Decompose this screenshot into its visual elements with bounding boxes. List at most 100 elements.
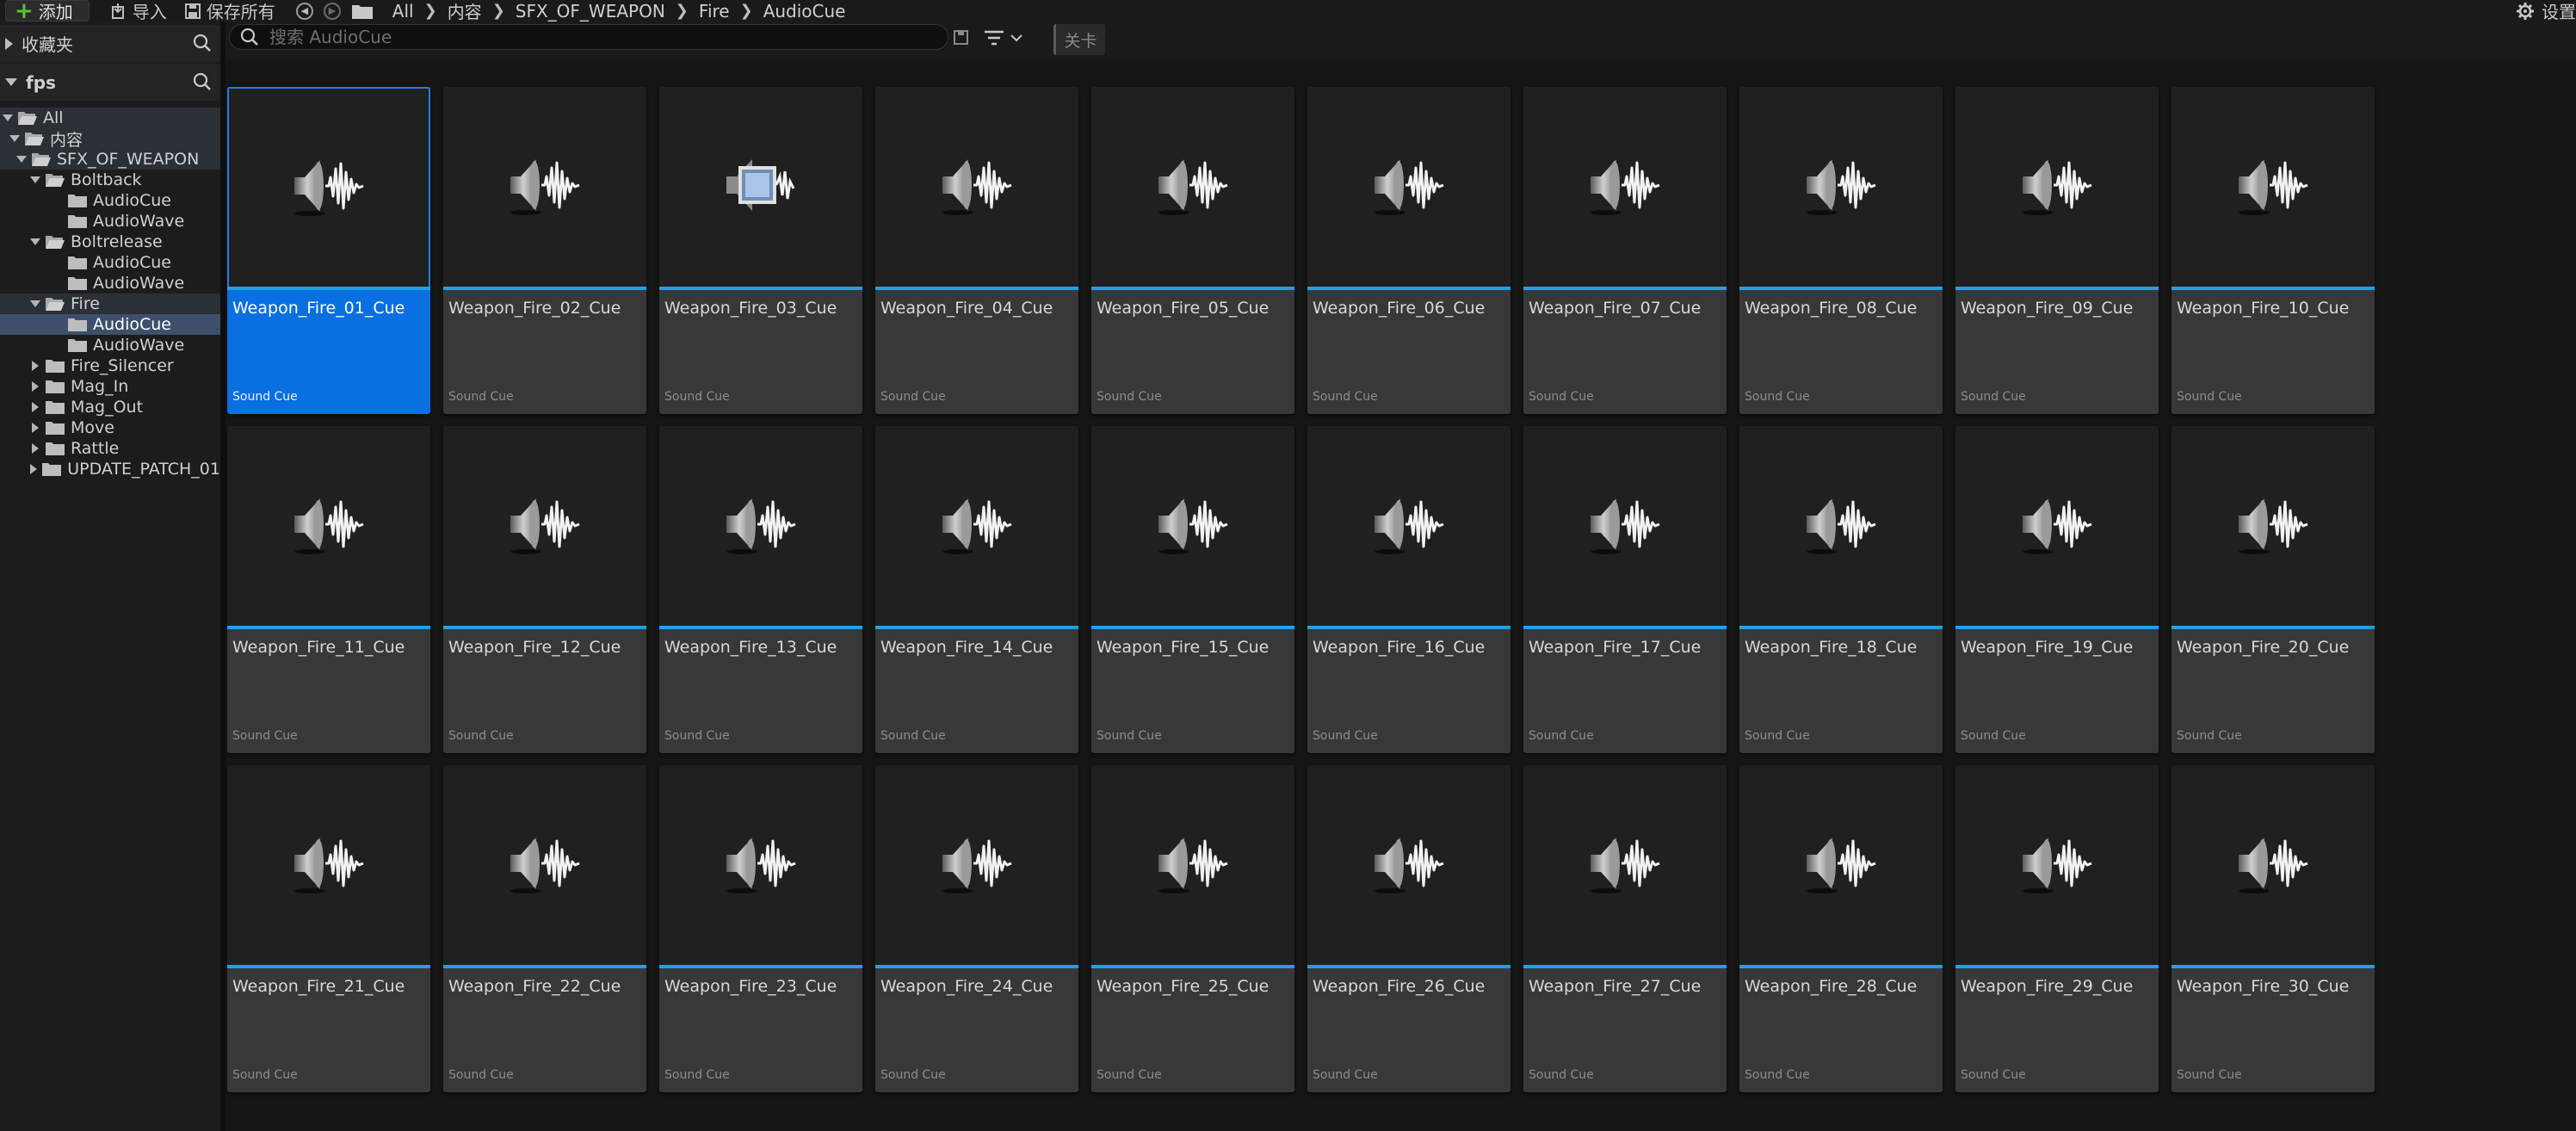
folder-tree-item-label: 内容 [50, 130, 83, 150]
asset-tile[interactable]: Weapon_Fire_06_Cue Sound Cue [1307, 87, 1510, 414]
collapse-arrow-icon[interactable] [2, 112, 14, 124]
asset-tile[interactable]: Weapon_Fire_05_Cue Sound Cue [1091, 87, 1294, 414]
search-icon[interactable] [193, 34, 212, 57]
asset-tile[interactable]: Weapon_Fire_09_Cue Sound Cue [1955, 87, 2159, 414]
expand-arrow-icon[interactable] [29, 360, 41, 372]
collapse-arrow-icon[interactable] [9, 133, 21, 145]
collapse-arrow-icon[interactable] [15, 153, 28, 165]
asset-tile[interactable]: Weapon_Fire_29_Cue Sound Cue [1955, 765, 2159, 1092]
breadcrumb-all[interactable]: All [382, 1, 424, 22]
asset-tile[interactable]: Weapon_Fire_23_Cue Sound Cue [659, 765, 862, 1092]
folder-tree-item[interactable]: 内容 [0, 128, 220, 150]
asset-tile[interactable]: Weapon_Fire_12_Cue Sound Cue [443, 426, 646, 753]
settings-button[interactable]: 设置 [2516, 0, 2576, 22]
chevron-right-icon[interactable]: ❯ [740, 2, 753, 20]
asset-tile[interactable]: Weapon_Fire_11_Cue Sound Cue [227, 426, 430, 753]
collapse-arrow-icon[interactable] [5, 78, 17, 86]
expand-arrow-icon[interactable] [29, 380, 41, 392]
folder-icon [41, 461, 62, 477]
asset-tile[interactable]: Weapon_Fire_22_Cue Sound Cue [443, 765, 646, 1092]
asset-tile[interactable]: Weapon_Fire_02_Cue Sound Cue [443, 87, 646, 414]
breadcrumb-sfx-of-weapon[interactable]: SFX_OF_WEAPON [505, 1, 676, 22]
folder-tree-item[interactable]: AudioCue [0, 190, 220, 211]
asset-tile[interactable]: Weapon_Fire_14_Cue Sound Cue [875, 426, 1078, 753]
asset-tile[interactable]: Weapon_Fire_25_Cue Sound Cue [1091, 765, 1294, 1092]
folder-tree-item[interactable]: Boltrelease [0, 232, 220, 252]
chevron-right-icon[interactable]: ❯ [676, 2, 689, 20]
folder-tree-item[interactable]: Fire_Silencer [0, 355, 220, 376]
asset-name: Weapon_Fire_02_Cue [448, 299, 621, 318]
search-input[interactable] [268, 26, 948, 48]
add-button-label: 添加 [38, 2, 73, 22]
collapse-arrow-icon[interactable] [29, 236, 41, 248]
expand-arrow-icon[interactable] [29, 442, 41, 454]
folder-tree-item[interactable]: AudioWave [0, 335, 220, 355]
folder-tree-item[interactable]: Move [0, 417, 220, 438]
chevron-right-icon[interactable]: ❯ [424, 2, 437, 20]
back-arrow-icon[interactable]: ◀ [295, 2, 313, 20]
search-box[interactable] [229, 24, 948, 50]
folder-tree-item[interactable]: AudioCue [0, 314, 220, 335]
breadcrumb-fire[interactable]: Fire [689, 1, 740, 22]
asset-thumbnail [1955, 765, 2159, 965]
folder-tree-item-label: SFX_OF_WEAPON [57, 150, 200, 169]
project-header[interactable]: fps [0, 64, 220, 101]
asset-tile[interactable]: Weapon_Fire_01_Cue Sound Cue [227, 87, 430, 414]
filter-chip-level[interactable]: 关卡 [1053, 24, 1105, 55]
folder-tree-item-label: AudioCue [93, 191, 172, 210]
folder-tree-item[interactable]: AudioWave [0, 273, 220, 294]
collapse-arrow-icon[interactable] [29, 174, 41, 186]
favorites-header[interactable]: 收藏夹 [0, 25, 220, 62]
chevron-right-icon[interactable]: ❯ [492, 2, 505, 20]
asset-tile[interactable]: Weapon_Fire_24_Cue Sound Cue [875, 765, 1078, 1092]
forward-arrow-icon[interactable]: ▶ [323, 2, 341, 20]
expand-arrow-icon[interactable] [29, 401, 41, 413]
asset-tile[interactable]: Weapon_Fire_20_Cue Sound Cue [2171, 426, 2375, 753]
breadcrumb-content[interactable]: 内容 [437, 0, 492, 23]
asset-tile[interactable]: Weapon_Fire_03_Cue Sound Cue [659, 87, 862, 414]
folder-tree-item[interactable]: AudioWave [0, 211, 220, 232]
filter-button[interactable] [983, 28, 1022, 47]
save-all-button[interactable]: 保存所有 [176, 0, 284, 22]
expand-arrow-icon[interactable] [29, 463, 38, 475]
search-icon[interactable] [193, 72, 212, 96]
asset-tile[interactable]: Weapon_Fire_18_Cue Sound Cue [1739, 426, 1943, 753]
sound-cue-icon [2016, 829, 2098, 901]
folder-tree-item[interactable]: SFX_OF_WEAPON [0, 149, 220, 170]
asset-tile[interactable]: Weapon_Fire_26_Cue Sound Cue [1307, 765, 1510, 1092]
save-search-icon[interactable] [953, 29, 970, 50]
breadcrumb-audiocue[interactable]: AudioCue [753, 1, 856, 22]
folder-tree-item[interactable]: Mag_Out [0, 397, 220, 417]
sources-panel: 收藏夹 fps All 内容 SFX_OF_WEAPON Boltback AudioC… [0, 22, 220, 1131]
asset-tile[interactable]: Weapon_Fire_19_Cue Sound Cue [1955, 426, 2159, 753]
expand-arrow-icon[interactable] [5, 37, 13, 50]
folder-tree-item[interactable]: Rattle [0, 438, 220, 459]
asset-tile[interactable]: Weapon_Fire_30_Cue Sound Cue [2171, 765, 2375, 1092]
asset-tile[interactable]: Weapon_Fire_28_Cue Sound Cue [1739, 765, 1943, 1092]
asset-tile[interactable]: Weapon_Fire_04_Cue Sound Cue [875, 87, 1078, 414]
folder-tree-item[interactable]: All [0, 108, 220, 128]
asset-tile[interactable]: Weapon_Fire_27_Cue Sound Cue [1523, 765, 1727, 1092]
sound-cue-icon [503, 151, 586, 223]
add-button[interactable]: + 添加 [5, 0, 90, 22]
folder-tree-item[interactable]: Mag_In [0, 376, 220, 397]
asset-thumbnail [659, 765, 862, 965]
asset-tile[interactable]: Weapon_Fire_08_Cue Sound Cue [1739, 87, 1943, 414]
expand-arrow-icon[interactable] [29, 422, 41, 434]
favorites-label: 收藏夹 [22, 34, 73, 55]
collapse-arrow-icon[interactable] [29, 298, 41, 310]
sound-cue-icon [936, 829, 1018, 901]
asset-tile[interactable]: Weapon_Fire_21_Cue Sound Cue [227, 765, 430, 1092]
folder-tree-item[interactable]: Boltback [0, 170, 220, 190]
sound-cue-icon [1584, 490, 1666, 562]
folder-tree-item[interactable]: Fire [0, 294, 220, 314]
asset-tile[interactable]: Weapon_Fire_13_Cue Sound Cue [659, 426, 862, 753]
folder-tree-item[interactable]: UPDATE_PATCH_01 [0, 459, 220, 479]
import-button[interactable]: 导入 [102, 0, 176, 22]
asset-tile[interactable]: Weapon_Fire_15_Cue Sound Cue [1091, 426, 1294, 753]
folder-tree-item[interactable]: AudioCue [0, 252, 220, 273]
asset-tile[interactable]: Weapon_Fire_17_Cue Sound Cue [1523, 426, 1727, 753]
asset-tile[interactable]: Weapon_Fire_10_Cue Sound Cue [2171, 87, 2375, 414]
asset-tile[interactable]: Weapon_Fire_07_Cue Sound Cue [1523, 87, 1727, 414]
asset-tile[interactable]: Weapon_Fire_16_Cue Sound Cue [1307, 426, 1510, 753]
